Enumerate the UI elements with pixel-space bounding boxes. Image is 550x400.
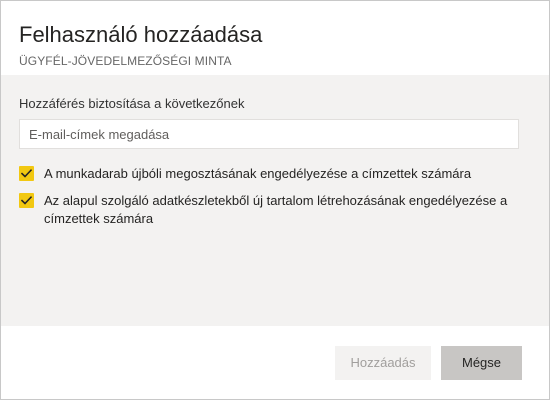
add-button[interactable]: Hozzáadás — [335, 346, 431, 380]
allow-build-label[interactable]: Az alapul szolgáló adatkészletekből új t… — [44, 192, 514, 228]
dialog-header: Felhasználó hozzáadása ÜGYFÉL-JÖVEDELMEZ… — [1, 1, 549, 75]
allow-build-checkbox[interactable] — [19, 193, 34, 208]
option-allow-build[interactable]: Az alapul szolgáló adatkészletekből új t… — [19, 192, 514, 228]
add-user-dialog: Felhasználó hozzáadása ÜGYFÉL-JÖVEDELMEZ… — [0, 0, 550, 400]
option-allow-reshare[interactable]: A munkadarab újbóli megosztásának engedé… — [19, 165, 514, 183]
allow-reshare-label[interactable]: A munkadarab újbóli megosztásának engedé… — [44, 165, 514, 183]
checkmark-icon — [21, 196, 32, 205]
cancel-button[interactable]: Mégse — [441, 346, 522, 380]
checkmark-icon — [21, 169, 32, 178]
dialog-body: Hozzáférés biztosítása a következőnek A … — [1, 75, 549, 326]
dialog-footer: Hozzáadás Mégse — [1, 326, 549, 399]
email-input[interactable] — [19, 119, 519, 149]
allow-reshare-checkbox[interactable] — [19, 166, 34, 181]
dialog-title: Felhasználó hozzáadása — [19, 22, 263, 47]
dialog-subtitle: ÜGYFÉL-JÖVEDELMEZŐSÉGI MINTA — [19, 54, 232, 68]
access-label: Hozzáférés biztosítása a következőnek — [19, 96, 245, 111]
